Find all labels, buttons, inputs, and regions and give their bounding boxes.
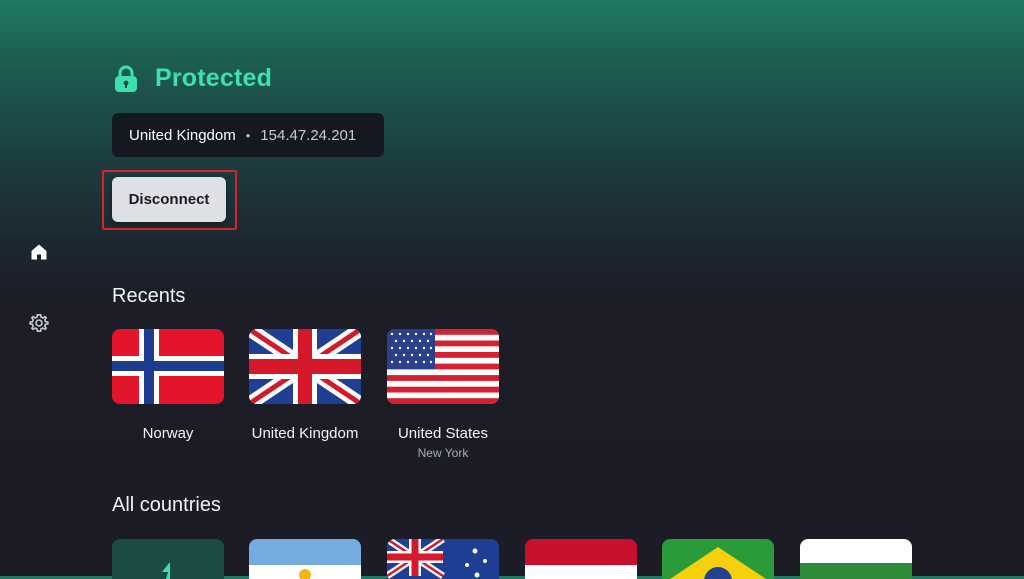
sidebar-item-settings[interactable] (28, 312, 50, 334)
connected-country: United Kingdom (129, 126, 236, 144)
country-tile-bulgaria[interactable] (800, 539, 912, 579)
australia-flag (387, 539, 499, 579)
norway-flag (112, 329, 224, 404)
country-tile-australia[interactable] (387, 539, 499, 579)
recent-item-united-states[interactable]: United States New York (387, 329, 499, 460)
country-tile-fastest[interactable] (112, 539, 224, 579)
uk-flag (249, 329, 361, 404)
recent-country-name: United Kingdom (251, 425, 359, 442)
brazil-flag (662, 539, 774, 579)
recent-country-name: United States (397, 425, 489, 442)
austria-flag (525, 539, 637, 579)
us-flag (387, 329, 499, 404)
bulgaria-flag (800, 539, 912, 579)
status-label: Protected (155, 64, 273, 92)
disconnect-button[interactable]: Disconnect (112, 177, 226, 222)
gear-icon (29, 314, 49, 332)
recent-city-name: New York (417, 446, 469, 460)
country-tile-austria[interactable] (525, 539, 637, 579)
recent-country-name: Norway (142, 425, 194, 442)
lock-icon (115, 65, 137, 92)
country-tile-argentina[interactable] (249, 539, 361, 579)
argentina-flag (249, 539, 361, 579)
recent-item-norway[interactable]: Norway (112, 329, 224, 442)
fastest-server-icon (162, 562, 170, 579)
sidebar-item-home[interactable] (28, 241, 50, 263)
home-icon (31, 244, 47, 260)
ip-address: 154.47.24.201 (260, 126, 357, 144)
recents-title: Recents (112, 285, 186, 307)
country-tile-brazil[interactable] (662, 539, 774, 579)
recent-item-united-kingdom[interactable]: United Kingdom (249, 329, 361, 442)
all-countries-title: All countries (112, 494, 221, 516)
connection-status: Protected (113, 64, 272, 93)
separator-dot: • (245, 127, 251, 143)
connection-info: United Kingdom • 154.47.24.201 (112, 113, 384, 157)
